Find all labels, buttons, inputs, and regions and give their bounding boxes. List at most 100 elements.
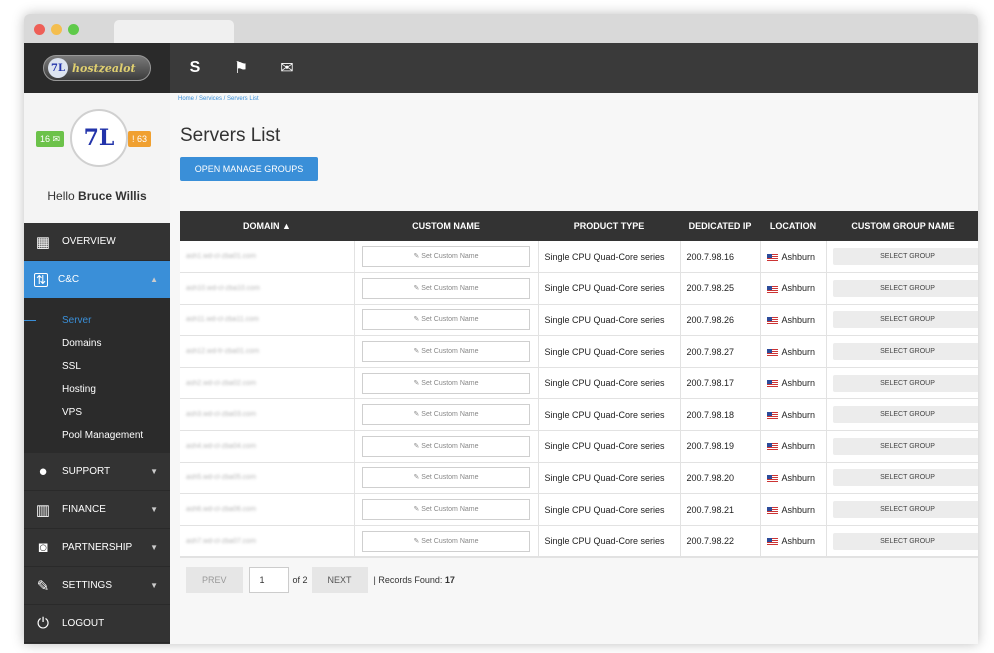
nav-settings[interactable]: ✎ SETTINGS ▼ — [24, 567, 170, 605]
page-input[interactable]: 1 — [248, 566, 289, 593]
set-custom-name-input[interactable]: ✎ Set Custom Name — [362, 499, 530, 521]
select-group-button[interactable]: SELECT GROUP — [832, 532, 978, 550]
location-label: Ashburn — [781, 409, 816, 420]
set-custom-name-input[interactable]: ✎ Set Custom Name — [362, 435, 530, 457]
column-header-dedicated-ip: DEDICATED IP — [680, 211, 760, 241]
sidebar: 7L hostzealot 16 ✉ 7L ! 63 Hello Bruce W… — [24, 43, 170, 644]
select-group-button[interactable]: SELECT GROUP — [832, 406, 978, 424]
domain-cell[interactable]: ash11.wd-cl-zba11.com — [180, 304, 355, 337]
flag-icon[interactable]: ⚑ — [230, 58, 252, 78]
domain-cell[interactable]: ash5.wd-cl-zba05.com — [180, 462, 355, 495]
logo-text: hostzealot — [72, 61, 136, 75]
chat-icon[interactable]: ✉ — [276, 58, 298, 78]
breadcrumb[interactable]: Home / Services / Servers List — [178, 96, 259, 102]
set-custom-name-input[interactable]: ✎ Set Custom Name — [362, 404, 530, 426]
custom-group-cell: SELECT GROUP — [826, 272, 978, 305]
avatar[interactable]: 7L — [70, 109, 128, 167]
sub-item-vps[interactable]: VPS — [24, 401, 170, 424]
minimize-dot-icon[interactable] — [51, 24, 62, 35]
domain-cell[interactable]: ash4.wd-cl-zba04.com — [180, 430, 355, 463]
open-manage-groups-button[interactable]: OPEN MANAGE GROUPS — [180, 157, 318, 181]
location-cell: Ashburn — [760, 241, 827, 274]
location-cell: Ashburn — [760, 462, 827, 495]
location-cell: Ashburn — [760, 493, 827, 526]
table-row: ash10.wd-cl-zba10.com ✎ Set Custom Name Si… — [180, 272, 978, 305]
browser-tab[interactable] — [114, 20, 234, 43]
greeting-name: Bruce Willis — [78, 189, 147, 203]
nav-cc[interactable]: ⇅ C&C ▲ — [24, 261, 170, 299]
sub-item-pool-management[interactable]: Pool Management — [24, 424, 170, 447]
table-header-row: DOMAIN ▲ CUSTOM NAME PRODUCT TYPE DEDICA… — [180, 211, 978, 241]
nav-overview[interactable]: ▦ OVERVIEW — [24, 223, 170, 261]
column-header-product-type: PRODUCT TYPE — [538, 211, 680, 241]
nav-support[interactable]: ● SUPPORT ▼ — [24, 453, 170, 491]
table-row: ash2.wd-cl-zba02.com ✎ Set Custom Name Sin… — [180, 367, 978, 400]
greeting: Hello Bruce Willis — [24, 189, 170, 203]
select-group-button[interactable]: SELECT GROUP — [832, 311, 978, 329]
us-flag-icon — [766, 285, 778, 293]
column-header-domain[interactable]: DOMAIN ▲ — [180, 211, 354, 241]
next-button[interactable]: NEXT — [311, 566, 368, 593]
select-group-button[interactable]: SELECT GROUP — [832, 374, 978, 392]
nav-logout[interactable]: ⏻ LOGOUT — [24, 605, 170, 643]
sub-item-domains[interactable]: Domains — [24, 332, 170, 355]
location-label: Ashburn — [781, 283, 816, 294]
table-row: ash4.wd-cl-zba04.com ✎ Set Custom Name Sin… — [180, 430, 978, 463]
alerts-badge[interactable]: ! 63 — [128, 131, 152, 147]
close-dot-icon[interactable] — [34, 24, 45, 35]
product-type-cell: Single CPU Quad-Core series — [538, 367, 681, 400]
custom-group-cell: SELECT GROUP — [826, 493, 978, 526]
custom-name-cell: ✎ Set Custom Name — [354, 398, 539, 432]
set-custom-name-input[interactable]: ✎ Set Custom Name — [362, 530, 530, 552]
records-label: | Records Found: — [373, 574, 445, 585]
domain-cell[interactable]: ash6.wd-cl-zba06.com — [180, 493, 355, 526]
domain-cell[interactable]: ash1.wd-cl-zba01.com — [180, 241, 355, 274]
sub-item-server[interactable]: Server — [24, 309, 170, 332]
select-group-button[interactable]: SELECT GROUP — [832, 501, 978, 519]
product-type-cell: Single CPU Quad-Core series — [538, 462, 681, 495]
browser-chrome — [24, 14, 978, 43]
domain-cell[interactable]: ash2.wd-cl-zba02.com — [180, 367, 355, 400]
set-custom-name-input[interactable]: ✎ Set Custom Name — [362, 467, 530, 489]
sub-item-hosting[interactable]: Hosting — [24, 378, 170, 401]
set-custom-name-input[interactable]: ✎ Set Custom Name — [362, 372, 530, 394]
select-group-button[interactable]: SELECT GROUP — [832, 279, 978, 297]
chat-icon: ● — [38, 463, 48, 480]
chevron-down-icon: ▼ — [150, 581, 158, 590]
servers-table: DOMAIN ▲ CUSTOM NAME PRODUCT TYPE DEDICA… — [180, 211, 978, 602]
us-flag-icon — [766, 380, 778, 388]
nav-partnership[interactable]: ◙ PARTNERSHIP ▼ — [24, 529, 170, 567]
pagination: PREV 1 of 2 NEXT | Records Found: 17 — [180, 557, 978, 602]
nav-finance[interactable]: ▥ FINANCE ▼ — [24, 491, 170, 529]
page-count: of 2 — [292, 574, 308, 585]
table-row: ash7.wd-cl-zba07.com ✎ Set Custom Name Sin… — [180, 525, 978, 558]
prev-button[interactable]: PREV — [186, 566, 243, 593]
custom-name-cell: ✎ Set Custom Name — [354, 241, 539, 274]
nav-label: FINANCE — [62, 504, 106, 515]
skype-icon[interactable]: S — [184, 59, 206, 77]
set-custom-name-input[interactable]: ✎ Set Custom Name — [362, 246, 530, 268]
select-group-button[interactable]: SELECT GROUP — [832, 437, 978, 455]
domain-cell[interactable]: ash7.wd-cl-zba07.com — [180, 525, 355, 558]
product-type-cell: Single CPU Quad-Core series — [538, 525, 681, 558]
select-group-button[interactable]: SELECT GROUP — [832, 248, 978, 266]
us-flag-icon — [766, 475, 778, 483]
messages-badge[interactable]: 16 ✉ — [36, 131, 65, 147]
location-cell: Ashburn — [760, 272, 827, 305]
chevron-down-icon: ▼ — [150, 543, 158, 552]
domain-cell[interactable]: ash10.wd-cl-zba10.com — [180, 272, 355, 305]
domain-cell[interactable]: ash3.wd-cl-zba03.com — [180, 398, 355, 432]
set-custom-name-input[interactable]: ✎ Set Custom Name — [362, 341, 530, 363]
select-group-button[interactable]: SELECT GROUP — [832, 469, 978, 487]
sub-item-ssl[interactable]: SSL — [24, 355, 170, 378]
logo[interactable]: 7L hostzealot — [24, 43, 170, 93]
set-custom-name-input[interactable]: ✎ Set Custom Name — [362, 309, 530, 331]
us-flag-icon — [766, 253, 778, 261]
maximize-dot-icon[interactable] — [68, 24, 79, 35]
location-cell: Ashburn — [760, 525, 827, 558]
select-group-button[interactable]: SELECT GROUP — [832, 343, 978, 361]
custom-group-cell: SELECT GROUP — [826, 462, 978, 495]
power-icon: ⏻ — [37, 615, 49, 632]
set-custom-name-input[interactable]: ✎ Set Custom Name — [362, 277, 530, 299]
domain-cell[interactable]: ash12.wd-fr-zba01.com — [180, 335, 355, 368]
